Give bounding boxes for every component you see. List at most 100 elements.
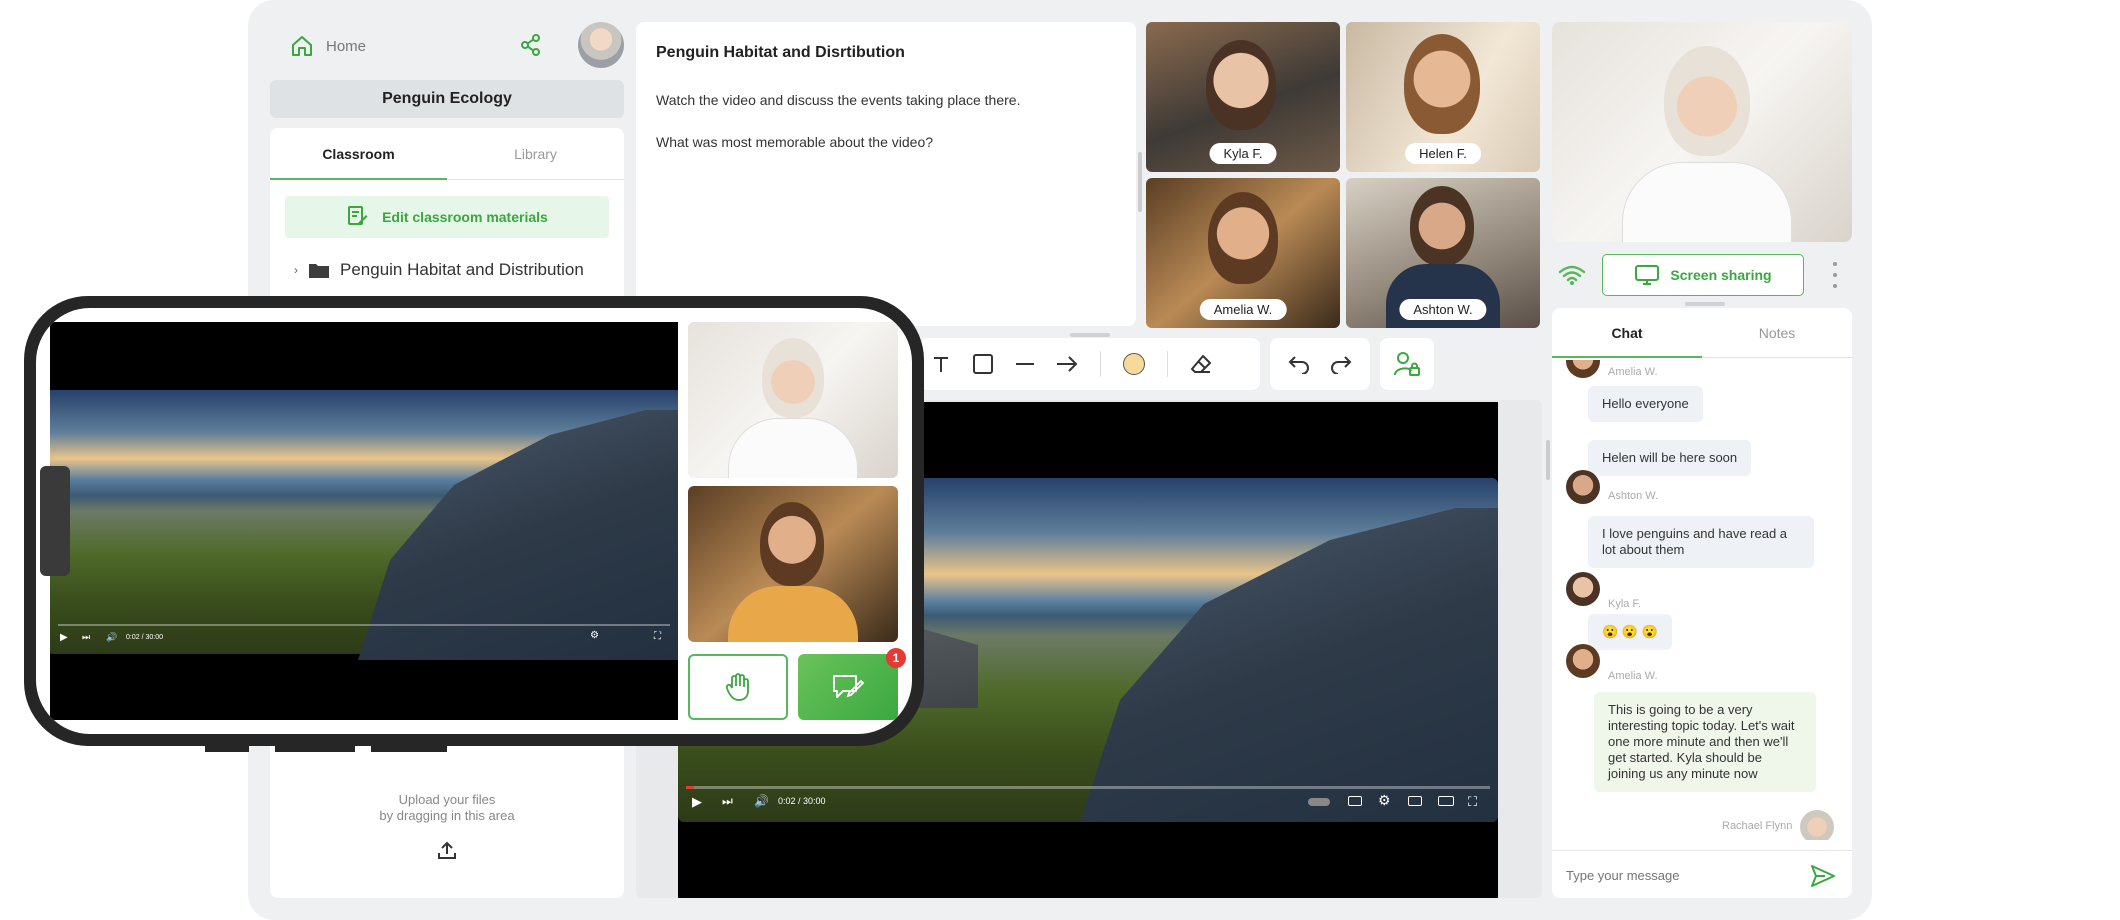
subtitles-icon[interactable] <box>1348 796 1362 806</box>
theater-icon[interactable] <box>1438 796 1454 806</box>
folder-item[interactable]: › Penguin Habitat and Distribution <box>294 260 584 280</box>
user-avatar[interactable] <box>578 22 624 68</box>
chat-messages: Amelia W. Hello everyone Helen will be h… <box>1552 360 1852 840</box>
panel-resize-handle-right[interactable] <box>1685 302 1725 306</box>
skip-next-icon[interactable]: ⏭ <box>82 632 90 643</box>
document-panel: Penguin Habitat and Disrtibution Watch t… <box>636 22 1142 326</box>
toolbar-divider <box>1167 351 1168 377</box>
participant-tile-ashton[interactable]: Ashton W. <box>1346 178 1540 328</box>
participant-name-helen: Helen F. <box>1405 143 1481 164</box>
document-scrollbar[interactable] <box>1138 152 1142 212</box>
tab-classroom[interactable]: Classroom <box>270 128 447 180</box>
host-shirt <box>1622 162 1792 242</box>
participant-tile-amelia[interactable]: Amelia W. <box>1146 178 1340 328</box>
chevron-right-icon: › <box>294 263 298 277</box>
line-tool[interactable] <box>1004 343 1046 385</box>
folder-label: Penguin Habitat and Distribution <box>340 260 584 279</box>
more-options-icon[interactable] <box>1832 262 1838 288</box>
autoplay-toggle-icon[interactable] <box>1308 798 1330 806</box>
color-picker[interactable] <box>1113 343 1155 385</box>
tab-chat[interactable]: Chat <box>1552 308 1702 358</box>
redo-icon <box>1331 356 1352 374</box>
participant-name-amelia: Amelia W. <box>1199 299 1287 320</box>
avatar <box>1566 644 1600 678</box>
document-paragraph-2: What was most memorable about the video? <box>656 134 934 150</box>
screen-sharing-label: Screen sharing <box>1670 267 1772 283</box>
upload-icon[interactable] <box>437 840 457 860</box>
home-icon <box>292 36 312 56</box>
square-icon <box>973 354 993 374</box>
participant-name-ashton: Ashton W. <box>1399 299 1487 320</box>
home-link[interactable]: Home <box>290 30 366 62</box>
home-label: Home <box>326 37 367 55</box>
video-progress-track[interactable] <box>686 786 1490 789</box>
chat-message: Hello everyone <box>1588 386 1703 422</box>
history-toolbar <box>1270 338 1370 390</box>
mobile-video-player[interactable]: ▶ ⏭ 🔊 0:02 / 30:00 ⚙ ⛶ <box>50 322 678 720</box>
rectangle-tool[interactable] <box>962 343 1004 385</box>
mobile-host-video[interactable] <box>688 322 898 478</box>
document-title: Penguin Habitat and Disrtibution <box>656 44 905 61</box>
play-icon[interactable]: ▶ <box>692 794 702 810</box>
host-face <box>1664 46 1750 156</box>
eraser-tool[interactable] <box>1180 343 1222 385</box>
mobile-progress-track[interactable] <box>58 624 670 626</box>
settings-icon[interactable]: ⚙ <box>590 630 599 641</box>
arrow-tool[interactable] <box>1046 343 1088 385</box>
screen-sharing-button[interactable]: Screen sharing <box>1602 254 1804 296</box>
mobile-screen: ▶ ⏭ 🔊 0:02 / 30:00 ⚙ ⛶ 1 <box>36 308 912 734</box>
participant-face <box>1208 192 1278 284</box>
send-icon[interactable] <box>1810 864 1836 888</box>
panel-resize-handle[interactable] <box>1070 333 1110 337</box>
hand-icon <box>725 673 749 701</box>
host-video[interactable] <box>1552 22 1852 242</box>
whiteboard-scrollbar[interactable] <box>1546 440 1550 480</box>
mobile-video-time: 0:02 / 30:00 <box>126 634 163 641</box>
tab-notes[interactable]: Notes <box>1702 308 1852 358</box>
participants-toolbar <box>1380 338 1434 390</box>
toolbar-divider <box>1100 351 1101 377</box>
chat-message-input[interactable] <box>1566 860 1796 890</box>
redo-button[interactable] <box>1320 343 1362 385</box>
fullscreen-icon[interactable]: ⛶ <box>654 631 661 642</box>
participant-tile-helen[interactable]: Helen F. <box>1346 22 1540 172</box>
tab-library[interactable]: Library <box>447 128 624 180</box>
text-tool[interactable] <box>920 343 962 385</box>
undo-icon <box>1288 356 1309 374</box>
chat-notification-badge: 1 <box>886 648 906 668</box>
mobile-video-controls: ▶ ⏭ 🔊 0:02 / 30:00 ⚙ ⛶ <box>50 622 678 652</box>
participant-shirt <box>728 586 858 642</box>
manage-participants-button[interactable] <box>1386 343 1428 385</box>
video-controls: ▶ ⏭ 🔊 0:02 / 30:00 ⚙ ⛶ <box>678 782 1498 822</box>
mobile-chat-button[interactable] <box>798 654 898 720</box>
user-lock-icon <box>1394 352 1420 376</box>
wifi-icon <box>1558 265 1586 285</box>
upload-hint-line1: Upload your files <box>398 792 496 807</box>
participant-tile-kyla[interactable]: Kyla F. <box>1146 22 1340 172</box>
undo-button[interactable] <box>1278 343 1320 385</box>
fullscreen-icon[interactable]: ⛶ <box>1468 794 1477 810</box>
share-icon[interactable] <box>520 34 542 56</box>
message-author: Kyla F. <box>1608 598 1642 610</box>
settings-icon[interactable]: ⚙ <box>1378 792 1391 809</box>
raise-hand-button[interactable] <box>688 654 788 720</box>
edit-document-icon <box>348 206 368 225</box>
chat-message: 😮 😮 😮 <box>1588 614 1672 650</box>
rocks-right <box>1078 508 1498 822</box>
volume-icon[interactable]: 🔊 <box>106 632 117 643</box>
avatar <box>1566 572 1600 606</box>
edit-materials-button[interactable]: Edit classroom materials <box>285 196 609 238</box>
upload-hint: Upload your files by dragging in this ar… <box>270 792 624 824</box>
play-icon[interactable]: ▶ <box>60 632 68 643</box>
phone-hidden-tabs <box>205 746 447 752</box>
miniplayer-icon[interactable] <box>1408 796 1422 806</box>
volume-icon[interactable]: 🔊 <box>754 794 769 808</box>
eraser-icon <box>1191 355 1211 373</box>
avatar <box>1566 360 1600 378</box>
course-title: Penguin Ecology <box>270 80 624 118</box>
folder-icon <box>309 264 329 278</box>
edit-materials-label: Edit classroom materials <box>382 209 548 225</box>
participant-face <box>760 502 824 586</box>
skip-next-icon[interactable]: ⏭ <box>722 794 733 809</box>
mobile-participant-video[interactable] <box>688 486 898 642</box>
